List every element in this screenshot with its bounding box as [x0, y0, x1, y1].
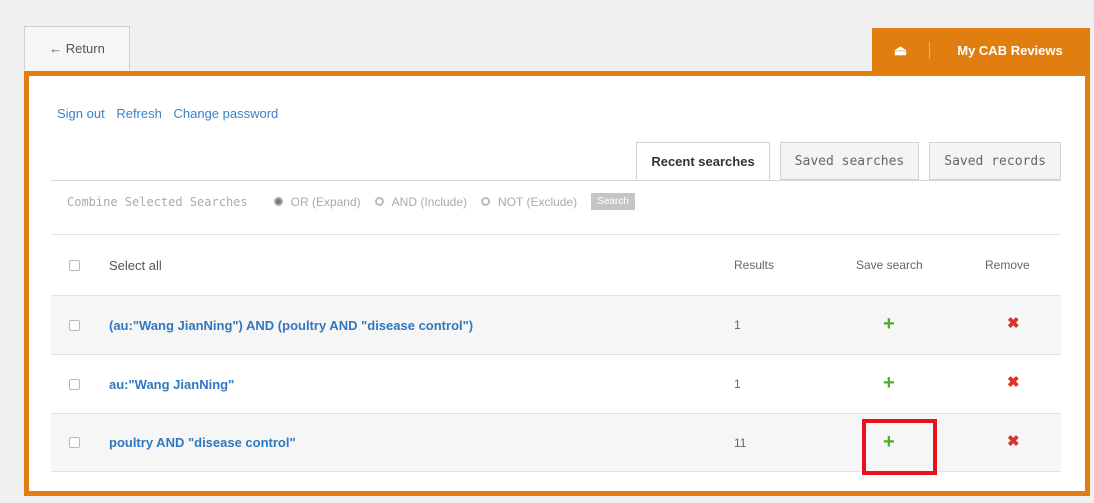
- combine-label: Combine Selected Searches: [67, 194, 248, 209]
- highlight-box: [862, 419, 937, 475]
- table-row: au:"Wang JianNing" 1 + ✖: [51, 354, 1061, 413]
- radio-and-label: AND (Include): [391, 194, 468, 209]
- add-icon[interactable]: +: [883, 314, 895, 334]
- remove-icon[interactable]: ✖: [1007, 434, 1020, 449]
- combine-search-button[interactable]: Search: [591, 193, 635, 210]
- save-search-header: Save search: [856, 258, 923, 272]
- remove-header: Remove: [985, 258, 1030, 272]
- search-query-link[interactable]: au:"Wang JianNing": [109, 377, 234, 392]
- results-count: 1: [734, 377, 741, 391]
- row-checkbox[interactable]: [69, 437, 80, 448]
- panel-content: Sign out Refresh Change password Recent …: [51, 76, 1061, 491]
- radio-and-include[interactable]: AND (Include): [374, 194, 468, 209]
- add-icon[interactable]: +: [883, 373, 895, 393]
- reviews-panel: Sign out Refresh Change password Recent …: [24, 71, 1090, 496]
- radio-unselected-icon: [481, 197, 491, 206]
- sign-out-link[interactable]: Sign out: [57, 106, 105, 121]
- tab-recent-searches[interactable]: Recent searches: [636, 142, 770, 180]
- tab-saved-searches[interactable]: Saved searches: [779, 142, 920, 180]
- my-cab-reviews-label: My CAB Reviews: [957, 42, 1063, 58]
- remove-icon[interactable]: ✖: [1007, 316, 1020, 331]
- remove-icon[interactable]: ✖: [1007, 375, 1020, 390]
- radio-not-exclude[interactable]: NOT (Exclude): [481, 195, 577, 209]
- row-checkbox[interactable]: [69, 378, 80, 390]
- tabs-divider: [51, 180, 1061, 181]
- radio-not-label: NOT (Exclude): [498, 194, 578, 209]
- account-links: Sign out Refresh Change password: [57, 106, 286, 121]
- table-row: (au:"Wang JianNing") AND (poultry AND "d…: [51, 295, 1061, 354]
- row-checkbox[interactable]: [69, 319, 80, 331]
- results-count: 11: [734, 435, 747, 450]
- return-label: ← Return: [49, 41, 105, 56]
- search-tabs: Recent searches Saved searches Saved rec…: [636, 142, 1061, 180]
- eject-icon: ⏏: [872, 41, 930, 59]
- radio-or-label: OR (Expand): [290, 194, 361, 209]
- my-cab-reviews-tab[interactable]: ⏏ My CAB Reviews: [872, 28, 1090, 72]
- change-password-link[interactable]: Change password: [173, 106, 278, 121]
- radio-or-expand[interactable]: OR (Expand): [273, 194, 361, 209]
- combine-searches-bar: Combine Selected Searches OR (Expand) AN…: [67, 193, 635, 210]
- results-header: Results: [734, 258, 775, 272]
- search-query-link[interactable]: poultry AND "disease control": [109, 435, 296, 450]
- select-all-label: Select all: [109, 257, 162, 273]
- refresh-link[interactable]: Refresh: [116, 106, 162, 121]
- recent-searches-table: Select all Results Save search Remove (a…: [51, 234, 1061, 475]
- tab-saved-records[interactable]: Saved records: [929, 142, 1061, 180]
- select-all-checkbox[interactable]: [69, 259, 80, 271]
- radio-selected-icon: [273, 197, 283, 206]
- radio-unselected-icon: [374, 197, 384, 206]
- results-count: 1: [734, 318, 741, 332]
- search-query-link[interactable]: (au:"Wang JianNing") AND (poultry AND "d…: [109, 318, 473, 333]
- return-button[interactable]: ← Return: [24, 26, 130, 70]
- table-header-row: Select all Results Save search Remove: [51, 234, 1061, 295]
- table-row: poultry AND "disease control" 11 + ✖: [51, 413, 1061, 475]
